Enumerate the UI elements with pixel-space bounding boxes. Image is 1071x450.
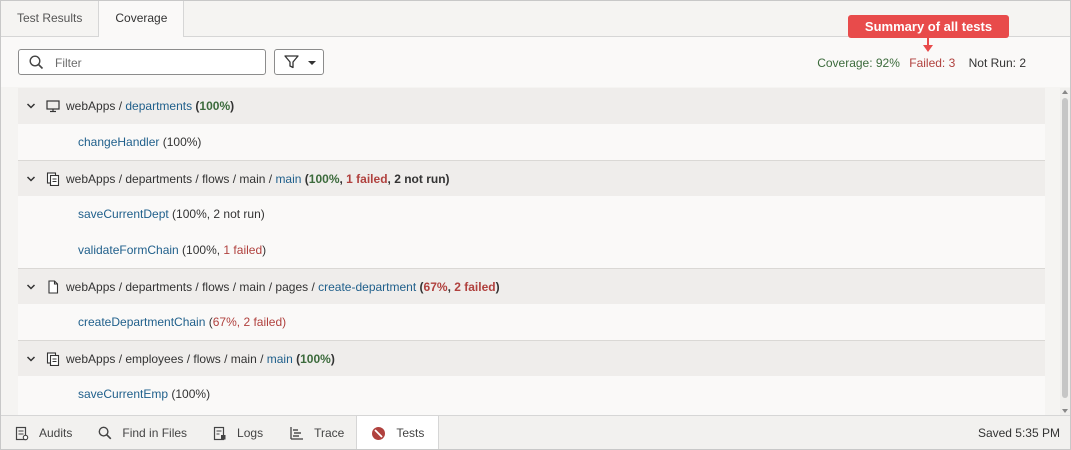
chevron-down-icon [308, 61, 316, 65]
page-icon [46, 279, 60, 294]
chevron-down-icon[interactable] [26, 280, 40, 294]
summary: Coverage: 92% Failed: 3 Not Run: 2 [817, 56, 1026, 70]
tree-group-label: webApps / employees / flows / main / mai… [66, 352, 335, 366]
child-link[interactable]: validateFormChain [78, 243, 179, 257]
scroll-up-icon[interactable] [1062, 90, 1068, 94]
group-stat: ( [301, 171, 309, 186]
child-stats: (100%, [178, 243, 224, 257]
toolbar: Coverage: 92% Failed: 3 Not Run: 2 [1, 37, 1070, 87]
tab-audits-label: Audits [39, 426, 73, 440]
flow-icon [46, 351, 60, 366]
chevron-down-icon[interactable] [26, 352, 40, 366]
child-stats-coverage: 67% [212, 315, 237, 329]
scrollbar-thumb[interactable] [1062, 98, 1068, 398]
tree-child-row[interactable]: createDepartmentChain (67%, 2 failed) [18, 304, 1045, 340]
group-path-prefix: webApps / [66, 99, 126, 113]
chevron-down-icon[interactable] [26, 99, 40, 113]
scrollbar[interactable] [1060, 88, 1070, 415]
tree-child-row[interactable]: changeHandler (100%) [18, 124, 1045, 160]
child-stats: (100%) [168, 387, 211, 401]
tab-audits[interactable]: Audits [1, 416, 84, 449]
coverage-summary: Coverage: 92% [817, 56, 900, 70]
tree-group-label: webApps / departments / flows / main / m… [66, 172, 450, 186]
coverage-panel: Test Results Coverage Coverage: 92% Fail… [0, 0, 1071, 450]
child-stats-failed: 2 failed [243, 315, 283, 329]
bottom-panel-tabs: Audits Find in Files Logs Trace Tests Sa… [1, 415, 1070, 449]
group-link[interactable]: main [275, 172, 301, 186]
coverage-tree: webApps / departments (100%) changeHandle… [18, 88, 1045, 415]
group-stat: 2 failed [454, 279, 496, 294]
child-link[interactable]: saveCurrentEmp [78, 387, 168, 401]
child-link[interactable]: saveCurrentDept [78, 207, 169, 221]
tree-child-row[interactable]: saveCurrentDept (100%, 2 not run) [18, 196, 1045, 232]
child-stats-failed: 1 failed [223, 243, 263, 257]
group-path-prefix: webApps / employees / flows / main / [66, 351, 267, 366]
tab-tests[interactable]: Tests [356, 416, 440, 449]
tree-child-row[interactable]: saveCurrentEmp (100%) [18, 376, 1045, 412]
saved-status: Saved 5:35 PM [977, 426, 1060, 440]
child-stats: ) [262, 243, 267, 257]
tree-group-label: webApps / departments (100%) [66, 99, 234, 113]
funnel-icon [284, 55, 299, 69]
tree-group-row[interactable]: webApps / departments (100%) [18, 88, 1045, 124]
child-stats: ( [205, 315, 213, 329]
group-stat: 1 failed [346, 171, 388, 186]
tab-trace-label: Trace [314, 426, 345, 440]
group-link[interactable]: departments [125, 99, 192, 113]
group-stat: ) [330, 351, 335, 366]
search-icon [98, 426, 112, 440]
tab-tests-label: Tests [396, 426, 425, 440]
tree-group-row[interactable]: webApps / departments / flows / main / m… [18, 160, 1045, 196]
audits-icon [15, 426, 29, 440]
group-stat: 100% [300, 351, 331, 366]
child-link[interactable]: changeHandler [78, 135, 159, 149]
filter-field[interactable] [18, 49, 266, 75]
group-path-prefix: webApps / departments / flows / main / [66, 171, 276, 186]
tab-trace[interactable]: Trace [275, 416, 356, 449]
group-stat: ( [416, 279, 424, 294]
child-stats: (100%) [159, 135, 202, 149]
group-link[interactable]: create-department [318, 280, 416, 294]
monitor-icon [46, 99, 60, 113]
trace-icon [290, 427, 304, 440]
tab-test-results[interactable]: Test Results [1, 1, 98, 36]
search-icon [29, 55, 44, 70]
group-stat: 67% [423, 279, 448, 294]
tab-find-in-files-label: Find in Files [122, 426, 188, 440]
tab-logs[interactable]: Logs [199, 416, 275, 449]
filter-menu-button[interactable] [274, 49, 324, 75]
child-link[interactable]: createDepartmentChain [78, 315, 205, 329]
child-stats: ) [282, 315, 287, 329]
group-stat: ) [495, 279, 500, 294]
group-stat: ) [230, 99, 235, 113]
group-stat: , 2 not run) [387, 171, 450, 186]
group-path-prefix: webApps / departments / flows / main / p… [66, 279, 319, 294]
tree-group-row[interactable]: webApps / employees / flows / main / mai… [18, 340, 1045, 376]
tab-coverage[interactable]: Coverage [98, 1, 185, 37]
chevron-down-icon[interactable] [26, 172, 40, 186]
tests-icon [372, 426, 386, 440]
tab-find-in-files[interactable]: Find in Files [84, 416, 199, 449]
callout-arrow-head [923, 45, 933, 52]
not-run-summary: Not Run: 2 [968, 56, 1026, 70]
summary-callout: Summary of all tests [848, 15, 1009, 38]
child-stats: (100%, 2 not run) [168, 207, 265, 221]
group-stat: 100% [308, 171, 340, 186]
logs-icon [213, 426, 226, 440]
filter-input[interactable] [53, 53, 257, 73]
tree-child-row[interactable]: validateFormChain (100%, 1 failed) [18, 232, 1045, 268]
flow-icon [46, 171, 60, 186]
tree-group-row[interactable]: webApps / departments / flows / main / p… [18, 268, 1045, 304]
group-link[interactable]: main [267, 352, 293, 366]
tree-group-label: webApps / departments / flows / main / p… [66, 280, 500, 294]
tab-logs-label: Logs [237, 426, 264, 440]
scroll-down-icon[interactable] [1062, 409, 1068, 413]
failed-summary: Failed: 3 [909, 56, 956, 70]
group-stat: 100% [199, 99, 231, 113]
